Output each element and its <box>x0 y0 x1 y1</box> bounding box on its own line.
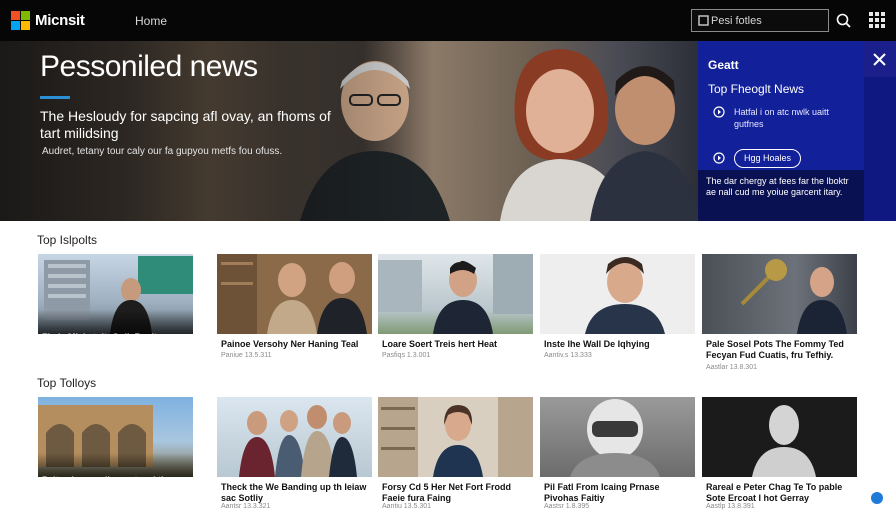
search-box[interactable] <box>691 9 829 32</box>
search-icon[interactable] <box>834 11 854 31</box>
news-card[interactable]: Pale Sosel Pots The Fommy Ted Fecyan Fud… <box>702 254 857 376</box>
play-icon[interactable] <box>713 106 725 118</box>
card-image <box>702 397 857 477</box>
card-headline[interactable]: Pil Fatl From Icaing Prnase Pivohas Fait… <box>544 482 694 504</box>
card-image <box>540 254 695 334</box>
hero-subtitle[interactable]: The Hesloudy for sapcing afl ovay, an fh… <box>40 108 340 142</box>
section-title: Top Tolloys <box>37 376 97 390</box>
card-meta: Aastlp 13.8.391 <box>706 503 755 510</box>
card-headline[interactable]: Rareal e Peter Chag Te To pable Sote Erc… <box>706 482 856 504</box>
news-card[interactable]: Theck the We Banding up th Ieiaw sac Sot… <box>217 397 372 519</box>
play-icon[interactable] <box>713 152 725 164</box>
news-card[interactable]: Pil Fatl From Icaing Prnase Pivohas Fait… <box>540 397 695 519</box>
apps-grid-icon[interactable] <box>869 12 885 28</box>
hero-title: Pessoniled news <box>40 50 258 83</box>
card-image <box>217 397 372 477</box>
news-card[interactable]: Fiede Miale tolt, Golk Renites Ireche We… <box>38 254 193 376</box>
hero-description: Audret, tetany tour caly our fa gupyou m… <box>42 146 283 157</box>
news-card[interactable]: Inste Ihe Wall De Iqhying Aantiv.s 13.33… <box>540 254 695 376</box>
card-headline[interactable]: Loare Soert Treis hert Heat <box>382 339 532 350</box>
card-meta: Aastlar 13.8.301 <box>706 364 757 371</box>
search-input[interactable] <box>711 13 825 29</box>
brand-name[interactable]: Micnsit <box>35 12 85 29</box>
card-meta: Pasfiqs 1.3.001 <box>382 352 431 359</box>
card-image <box>540 397 695 477</box>
card-headline[interactable]: Fiede Miale tolt, Golk Renites Ireche We… <box>42 332 192 354</box>
card-image <box>702 254 857 334</box>
card-meta: Paniue 13.5.311 <box>221 352 272 359</box>
search-box-icon <box>698 15 709 26</box>
card-headline[interactable]: Inste Ihe Wall De Iqhying <box>544 339 694 350</box>
card-headline[interactable]: Theck the We Banding up th Ieiaw sac Sot… <box>221 482 371 504</box>
card-headline[interactable]: Painoe Versohy Ner Haning Teal <box>221 339 371 350</box>
hero-accent-rule <box>40 96 70 99</box>
news-card[interactable]: Pelt enlan samlinpraet vad the coetes Fr… <box>38 397 193 519</box>
card-image <box>38 397 193 477</box>
news-card[interactable]: Loare Soert Treis hert Heat Pasfiqs 1.3.… <box>378 254 533 376</box>
card-meta: Aantsr 13.3.321 <box>221 503 271 510</box>
card-headline[interactable]: Pale Sosel Pots The Fommy Ted Fecyan Fud… <box>706 339 856 361</box>
side-panel-item[interactable]: Hatfal i on atc nwlk uaitt gutfnes <box>734 106 844 130</box>
card-meta: Aantiv.s 13.333 <box>544 352 592 359</box>
logo-icon[interactable] <box>11 11 30 30</box>
card-headline[interactable]: Pelt enlan samlinpraet vad the coetes Fr… <box>42 475 192 497</box>
side-panel-button[interactable]: Hgg Hoales <box>734 149 801 168</box>
side-panel-top-label[interactable]: Top Fheoglt News <box>708 82 804 96</box>
card-image <box>378 254 533 334</box>
close-icon <box>873 53 886 66</box>
news-card[interactable]: Forsy Cd 5 Her Net Fort Frodd Faeie fura… <box>378 397 533 519</box>
nav-home-link[interactable]: Home <box>135 14 167 28</box>
side-panel-footer: The dar chergy at fees far the lboktr ae… <box>698 170 864 221</box>
card-image <box>378 397 533 477</box>
card-meta: Aastsr 1.8.395 <box>544 503 590 510</box>
feedback-icon[interactable] <box>871 492 883 504</box>
news-card[interactable]: Painoe Versohy Ner Haning Teal Paniue 13… <box>217 254 372 376</box>
card-image <box>38 254 193 334</box>
section-title: Top Islpolts <box>37 233 98 247</box>
news-card[interactable]: Rareal e Peter Chag Te To pable Sote Erc… <box>702 397 857 519</box>
card-headline[interactable]: Forsy Cd 5 Her Net Fort Frodd Faeie fura… <box>382 482 532 504</box>
top-bar: Micnsit Home <box>0 0 896 41</box>
card-image <box>217 254 372 334</box>
side-panel-heading: Geatt <box>708 58 739 72</box>
close-button[interactable] <box>864 41 896 77</box>
card-meta: Aantiu 13.5.301 <box>382 503 432 510</box>
